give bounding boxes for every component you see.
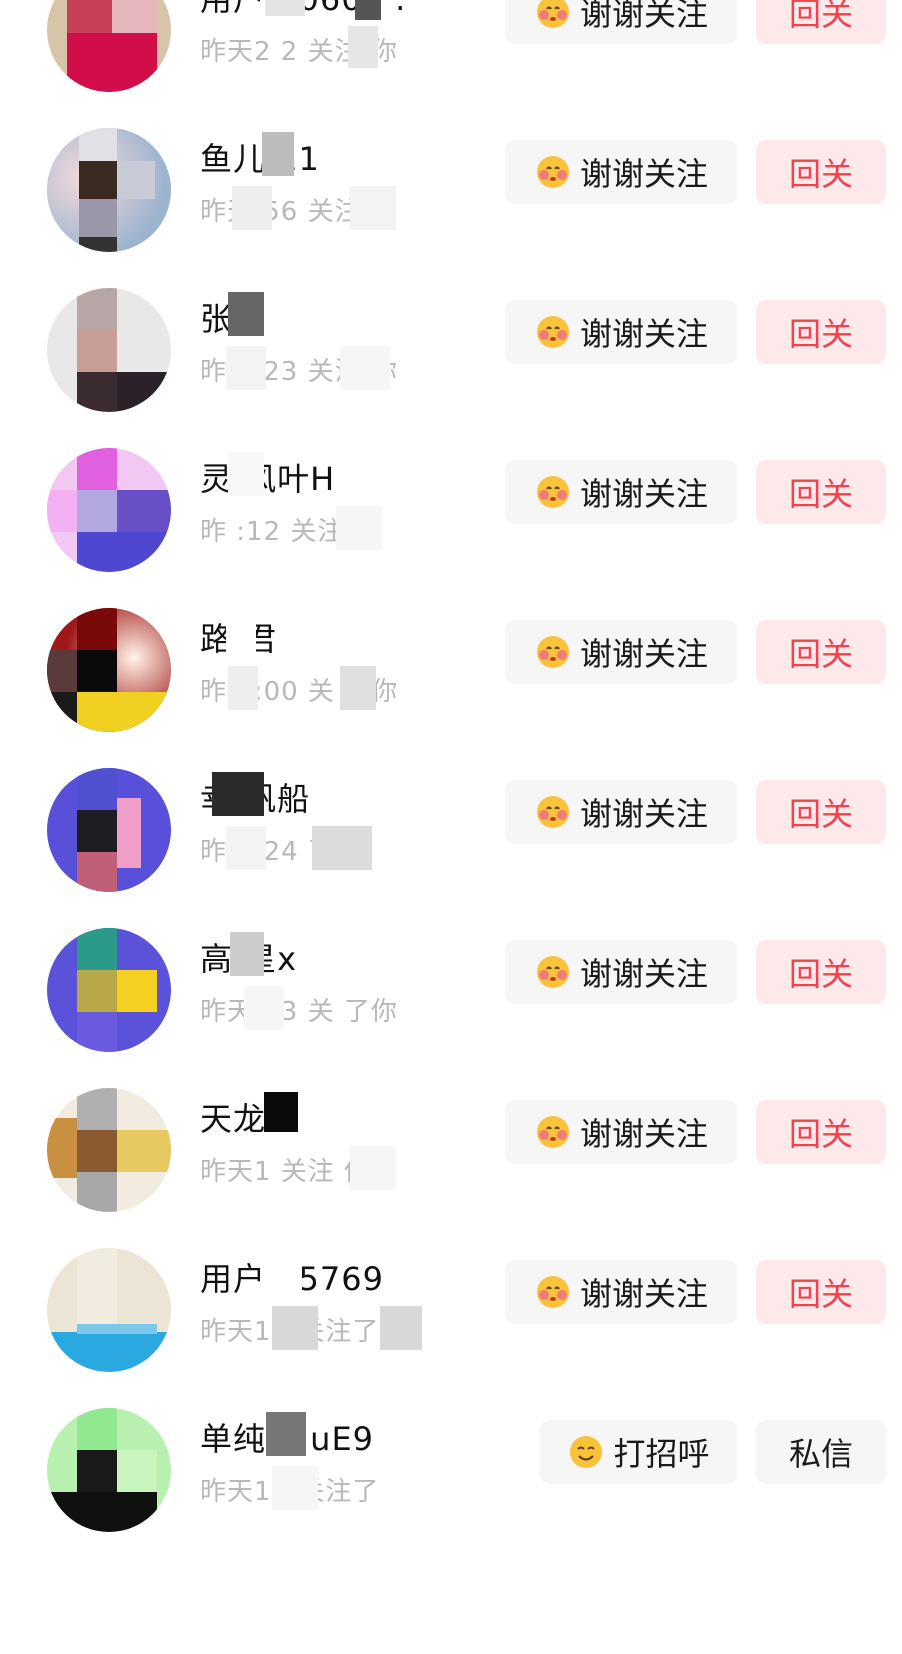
avatar[interactable] <box>47 1408 171 1532</box>
follow-back-button[interactable]: 回关 <box>756 780 886 844</box>
thanks-for-following-button[interactable]: 谢谢关注 <box>505 140 737 204</box>
follower-row[interactable]: 路 君 昨 1:00 关 了你 谢谢关注 回关 <box>0 608 902 778</box>
avatar[interactable] <box>47 288 171 412</box>
privacy-mask <box>228 292 264 336</box>
say-hello-label: 打招呼 <box>613 1435 710 1473</box>
blushing-face-icon <box>534 953 572 991</box>
thanks-label: 谢谢关注 <box>579 1275 708 1313</box>
follower-row[interactable]: 张 昨天 23 关注 你 谢谢关注 回关 <box>0 288 902 458</box>
follower-row[interactable]: 鱼儿 11 昨天 56 关注 你 谢谢关注 回关 <box>0 128 902 298</box>
privacy-mask <box>350 1146 396 1190</box>
blushing-face-icon <box>534 153 572 191</box>
blushing-face-icon <box>534 793 572 831</box>
thanks-label: 谢谢关注 <box>579 475 708 513</box>
privacy-mask <box>228 666 258 710</box>
privacy-mask <box>336 506 382 550</box>
thanks-label: 谢谢关注 <box>579 0 708 33</box>
privacy-mask <box>350 186 396 230</box>
privacy-mask <box>226 826 266 870</box>
thanks-for-following-button[interactable]: 谢谢关注 <box>505 1260 737 1324</box>
privacy-mask <box>380 1306 422 1350</box>
privacy-mask <box>348 26 378 68</box>
follow-time: 昨天1 关注 你 <box>200 1157 372 1187</box>
thanks-label: 谢谢关注 <box>579 955 708 993</box>
avatar[interactable] <box>47 1248 171 1372</box>
follow-back-button[interactable]: 回关 <box>756 1260 886 1324</box>
thanks-label: 谢谢关注 <box>579 1115 708 1153</box>
follower-row[interactable]: 灵 风叶H 昨 :12 关注 你 谢谢关注 回关 <box>0 448 902 618</box>
privacy-mask <box>262 132 294 176</box>
blushing-face-icon <box>534 0 572 31</box>
follower-row[interactable]: 幸 帆船 昨 0:24 了你 谢谢关注 回关 <box>0 768 902 938</box>
avatar[interactable] <box>47 928 171 1052</box>
follower-name: 灵 风叶H <box>200 460 336 498</box>
blushing-face-icon <box>534 1273 572 1311</box>
follower-row[interactable]: 天龙 2 昨天1 关注 你 谢谢关注 回关 <box>0 1088 902 1258</box>
follow-back-button[interactable]: 回关 <box>756 0 886 44</box>
privacy-mask <box>232 186 272 230</box>
privacy-mask <box>272 1466 318 1510</box>
thanks-for-following-button[interactable]: 谢谢关注 <box>505 620 737 684</box>
privacy-mask <box>265 0 305 16</box>
avatar[interactable] <box>47 0 171 92</box>
thanks-for-following-button[interactable]: 谢谢关注 <box>505 300 737 364</box>
avatar[interactable] <box>47 768 171 892</box>
privacy-mask <box>266 1412 306 1456</box>
blushing-face-icon <box>534 633 572 671</box>
follower-name: 鱼儿 11 <box>200 140 320 178</box>
thanks-for-following-button[interactable]: 谢谢关注 <box>505 1100 737 1164</box>
privacy-mask <box>226 346 266 390</box>
avatar[interactable] <box>47 448 171 572</box>
blushing-face-icon <box>534 1113 572 1151</box>
blushing-face-icon <box>534 313 572 351</box>
privacy-mask <box>272 1306 318 1350</box>
privacy-mask <box>264 1092 298 1132</box>
blushing-face-icon <box>534 473 572 511</box>
thanks-label: 谢谢关注 <box>579 795 708 833</box>
follow-time: 昨天 33 关 了你 <box>200 997 398 1027</box>
follow-back-button[interactable]: 回关 <box>756 300 886 364</box>
thanks-label: 谢谢关注 <box>579 315 708 353</box>
privacy-mask <box>244 986 284 1030</box>
follower-row[interactable]: 用户7 5769 昨天17 关注了 谢谢关注 回关 <box>0 1248 902 1418</box>
privacy-mask <box>312 826 372 870</box>
follow-back-button[interactable]: 回关 <box>756 140 886 204</box>
follower-row[interactable]: 单纯辰 uE9 昨天17 关注了 打招呼 私信 <box>0 1408 902 1578</box>
avatar[interactable] <box>47 128 171 252</box>
follower-list: 用户7 0605 . 昨天2 2 关注 你 谢谢关注 回关 鱼儿 11 昨天 5… <box>0 0 902 1654</box>
follower-row[interactable]: 高 星x 昨天 33 关 了你 谢谢关注 回关 <box>0 928 902 1098</box>
say-hello-button[interactable]: 打招呼 <box>540 1420 737 1484</box>
privacy-mask <box>340 666 376 710</box>
follower-row[interactable]: 用户7 0605 . 昨天2 2 关注 你 谢谢关注 回关 <box>0 0 902 138</box>
follow-back-button[interactable]: 回关 <box>756 620 886 684</box>
thanks-label: 谢谢关注 <box>579 155 708 193</box>
thanks-for-following-button[interactable]: 谢谢关注 <box>505 0 737 44</box>
private-message-button[interactable]: 私信 <box>756 1420 886 1484</box>
privacy-mask <box>340 346 390 390</box>
thanks-for-following-button[interactable]: 谢谢关注 <box>505 780 737 844</box>
thanks-for-following-button[interactable]: 谢谢关注 <box>505 940 737 1004</box>
thanks-label: 谢谢关注 <box>579 635 708 673</box>
privacy-mask <box>226 612 256 656</box>
privacy-mask <box>228 452 264 496</box>
avatar[interactable] <box>47 1088 171 1212</box>
smiling-face-icon <box>567 1433 605 1471</box>
follow-back-button[interactable]: 回关 <box>756 940 886 1004</box>
avatar[interactable] <box>47 608 171 732</box>
privacy-mask <box>262 1252 302 1296</box>
thanks-for-following-button[interactable]: 谢谢关注 <box>505 460 737 524</box>
follow-back-button[interactable]: 回关 <box>756 460 886 524</box>
privacy-mask <box>230 932 264 976</box>
follow-back-button[interactable]: 回关 <box>756 1100 886 1164</box>
privacy-mask <box>212 772 264 816</box>
privacy-mask <box>355 0 381 20</box>
